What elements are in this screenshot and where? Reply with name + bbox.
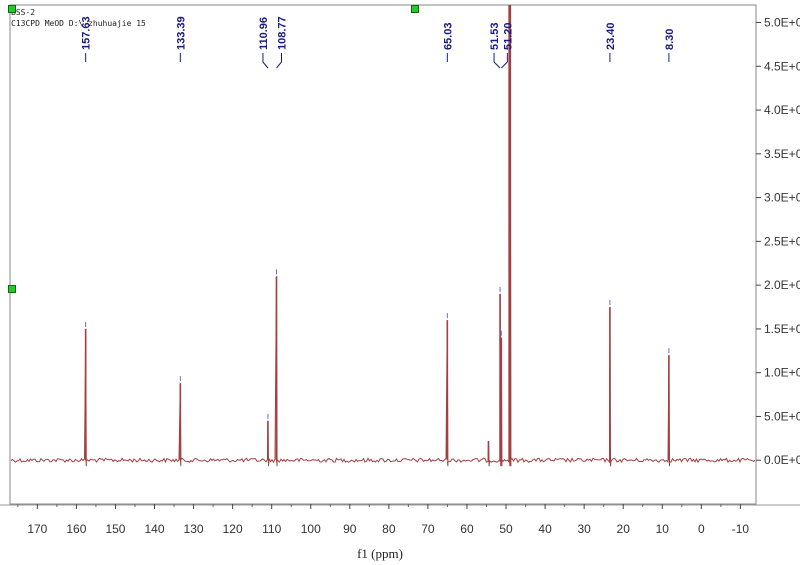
x-tick-label: 120 (223, 522, 243, 536)
middle-left-resize-handle[interactable] (8, 285, 16, 293)
x-tick-label: 100 (301, 522, 321, 536)
peak-label: 108.77 (276, 16, 288, 50)
x-tick-label: 20 (617, 522, 631, 536)
y-tick-label: 4.0E+0 (764, 103, 800, 117)
x-tick-label: 50 (499, 522, 513, 536)
x-tick-label: 90 (343, 522, 357, 536)
experiment-info: C13CPD MeOD D:\ zhuhuajie 15 (11, 19, 146, 28)
peak-label: 110.96 (258, 17, 270, 50)
x-tick-label: 0 (698, 522, 705, 536)
peak-label: 8.30 (664, 29, 676, 50)
peak-label: 65.03 (442, 22, 454, 50)
x-tick-label: 80 (382, 522, 396, 536)
y-tick-label: 1.0E+0 (764, 366, 800, 380)
x-axis-title: f1 (ppm) (357, 546, 403, 561)
peak-label: 23.40 (605, 22, 617, 50)
peak-label: 133.39 (175, 16, 187, 50)
y-tick-label: 2.0E+0 (764, 278, 800, 292)
y-tick-label: 0.0E+0 (764, 453, 800, 467)
x-tick-label: 130 (184, 522, 204, 536)
x-tick-label: -10 (732, 522, 750, 536)
x-tick-label: 170 (27, 522, 47, 536)
peak-label: 51.20 (502, 22, 514, 50)
nmr-spectrum-chart: 170 160 150 140 130 120 110 100 90 80 70 60 50 40 30 20… (0, 4, 800, 536)
y-tick-label: 4.5E+0 (764, 59, 800, 73)
x-tick-label: 110 (262, 522, 281, 536)
x-tick-label: 10 (656, 522, 670, 536)
x-tick-label: 70 (421, 522, 435, 536)
x-tick-label: 30 (577, 522, 591, 536)
y-tick-label: 3.0E+0 (764, 191, 800, 205)
y-tick-label: 1.5E+0 (764, 322, 800, 336)
x-tick-label: 60 (460, 522, 474, 536)
peak-label-connector (493, 61, 501, 69)
y-tick-label: 5.0E+0 (764, 409, 800, 423)
peak-label-connector (262, 61, 269, 69)
x-tick-label: 160 (66, 522, 86, 536)
y-tick-label: 5.0E+0 (764, 16, 800, 30)
top-left-resize-handle[interactable] (8, 5, 16, 13)
y-tick-label: 2.5E+0 (764, 234, 800, 248)
spectrum-trace (10, 4, 756, 467)
peak-label: 51.53 (489, 22, 501, 50)
y-tick-label: 3.5E+0 (764, 147, 800, 161)
x-tick-label: 150 (105, 522, 125, 536)
peak-label-connector (500, 61, 508, 69)
plot-frame (9, 4, 757, 505)
peak-label-connector (276, 61, 282, 69)
x-tick-label: 140 (144, 522, 164, 536)
x-tick-label: 40 (538, 522, 552, 536)
top-center-resize-handle[interactable] (411, 5, 419, 13)
